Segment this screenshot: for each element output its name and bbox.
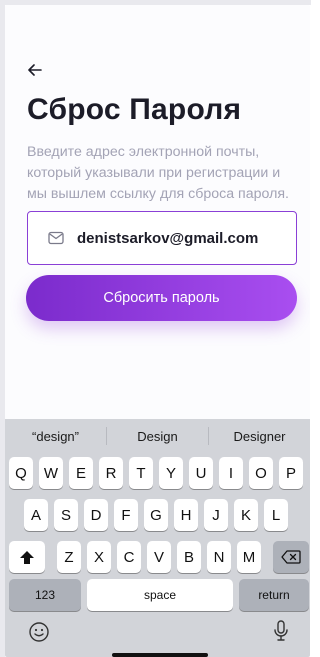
key-j[interactable]: J (204, 499, 228, 531)
keyboard-bottom-bar (5, 613, 310, 657)
keyboard-suggestions: “design” Design Designer (5, 419, 310, 453)
key-s[interactable]: S (54, 499, 78, 531)
key-m[interactable]: M (237, 541, 261, 573)
home-indicator (112, 653, 208, 657)
key-t[interactable]: T (129, 457, 153, 489)
email-field[interactable]: denistsarkov@gmail.com (27, 211, 297, 265)
key-l[interactable]: L (264, 499, 288, 531)
suggestion-item[interactable]: Designer (209, 429, 310, 444)
backspace-icon (281, 550, 301, 564)
emoji-icon[interactable] (28, 621, 50, 643)
key-d[interactable]: D (84, 499, 108, 531)
microphone-icon[interactable] (272, 619, 290, 643)
reset-password-screen: Сброс Пароля Введите адрес электронной п… (5, 5, 310, 657)
page-title: Сброс Пароля (27, 93, 242, 126)
page-subtitle: Введите адрес электронной почты, который… (27, 144, 289, 202)
key-u[interactable]: U (189, 457, 213, 489)
backspace-key[interactable] (273, 541, 309, 573)
email-value: denistsarkov@gmail.com (77, 229, 259, 247)
back-button[interactable] (25, 60, 45, 80)
key-f[interactable]: F (114, 499, 138, 531)
key-w[interactable]: W (39, 457, 63, 489)
key-k[interactable]: K (234, 499, 258, 531)
numbers-key[interactable]: 123 (9, 579, 81, 611)
key-y[interactable]: Y (159, 457, 183, 489)
key-o[interactable]: O (249, 457, 273, 489)
keyboard-row-4: 123 space return (5, 579, 310, 611)
shift-icon (20, 550, 34, 564)
key-v[interactable]: V (147, 541, 171, 573)
keyboard-row-3: Z X C V B N M (5, 541, 310, 573)
reset-password-button[interactable]: Сбросить пароль (26, 275, 297, 321)
key-q[interactable]: Q (9, 457, 33, 489)
key-p[interactable]: P (279, 457, 303, 489)
suggestion-item[interactable]: “design” (5, 429, 106, 444)
key-x[interactable]: X (87, 541, 111, 573)
suggestion-item[interactable]: Design (107, 429, 208, 444)
key-a[interactable]: A (24, 499, 48, 531)
key-g[interactable]: G (144, 499, 168, 531)
shift-key[interactable] (9, 541, 45, 573)
keyboard-row-1: Q W E R T Y U I O P (5, 457, 310, 489)
mail-icon (48, 231, 64, 245)
key-h[interactable]: H (174, 499, 198, 531)
key-c[interactable]: C (117, 541, 141, 573)
key-n[interactable]: N (207, 541, 231, 573)
key-b[interactable]: B (177, 541, 201, 573)
arrow-left-icon (28, 64, 42, 76)
on-screen-keyboard: “design” Design Designer Q W E R T Y U I… (5, 419, 310, 657)
return-key[interactable]: return (239, 579, 309, 611)
key-i[interactable]: I (219, 457, 243, 489)
key-r[interactable]: R (99, 457, 123, 489)
space-key[interactable]: space (87, 579, 233, 611)
keyboard-row-2: A S D F G H J K L (5, 499, 310, 531)
key-z[interactable]: Z (57, 541, 81, 573)
key-e[interactable]: E (69, 457, 93, 489)
